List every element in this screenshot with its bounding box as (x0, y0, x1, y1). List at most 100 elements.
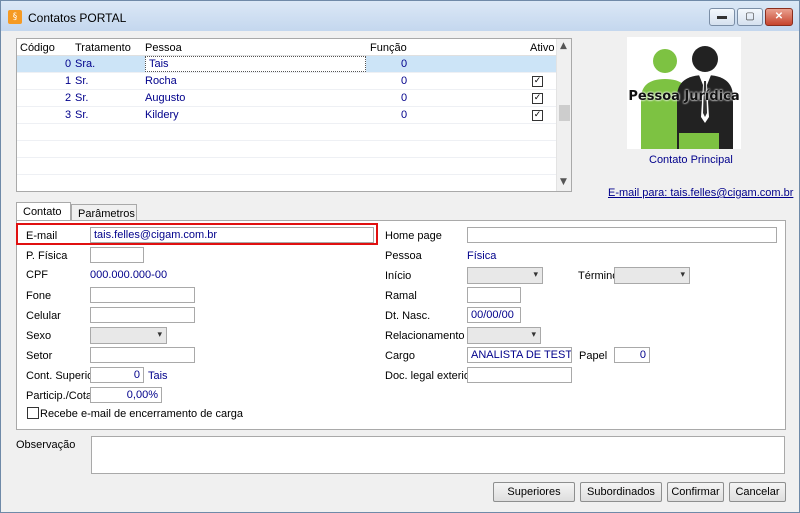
observacao-field[interactable] (91, 436, 785, 474)
cell-tratamento: Sra. (75, 58, 96, 70)
table-row[interactable]: 3 Sr. Kildery 0 ✓ (17, 107, 556, 124)
pessoa-juridica-logo: Pessoa Jurídica (627, 37, 741, 149)
col-tratamento[interactable]: Tratamento (75, 42, 131, 54)
col-codigo[interactable]: Código (20, 42, 55, 54)
contacts-grid[interactable]: Código Tratamento Pessoa Função Ativo 0 … (16, 38, 572, 192)
table-row (17, 141, 556, 158)
funcao-cell (366, 56, 556, 72)
cell-codigo: 1 (65, 75, 72, 87)
minimize-button[interactable]: ▬ (709, 8, 735, 26)
inicio-select[interactable]: ▾ (467, 267, 543, 284)
col-funcao[interactable]: Função (370, 42, 407, 54)
table-row (17, 158, 556, 175)
dtnasc-label: Dt. Nasc. (385, 310, 431, 322)
close-button[interactable]: ✕ (765, 8, 793, 26)
pfisica-field[interactable] (90, 247, 144, 263)
logo-text: Pessoa Jurídica (628, 89, 740, 104)
cell-pessoa: Kildery (145, 109, 179, 121)
table-row[interactable]: 1 Sr. Rocha 0 ✓ (17, 73, 556, 90)
superiores-button[interactable]: Superiores (493, 482, 575, 502)
homepage-field[interactable] (467, 227, 777, 243)
homepage-label: Home page (385, 230, 442, 242)
ativo-checkbox[interactable]: ✓ (532, 93, 543, 104)
cargo-label: Cargo (385, 350, 415, 362)
fone-field[interactable] (90, 287, 195, 303)
dtnasc-field[interactable]: 00/00/00 (467, 307, 521, 323)
setor-label: Setor (26, 350, 53, 362)
cell-codigo: 0 (65, 58, 72, 70)
col-pessoa[interactable]: Pessoa (145, 42, 182, 54)
email-highlight-box (16, 223, 378, 245)
subordinados-button[interactable]: Subordinados (580, 482, 662, 502)
tab-contato[interactable]: Contato (16, 202, 71, 222)
ativo-checkbox[interactable]: ✓ (532, 76, 543, 87)
termino-select[interactable]: ▾ (614, 267, 690, 284)
scroll-down-icon[interactable]: ▼ (560, 177, 567, 187)
app-icon: § (8, 10, 22, 24)
email-para-link[interactable]: E-mail para: tais.felles@cigam.com.br (608, 187, 793, 199)
table-row[interactable]: 0 Sra. Tais 0 (17, 56, 556, 73)
particip-field[interactable]: 0,00% (90, 387, 162, 403)
recebe-email-label: Recebe e-mail de encerramento de carga (40, 408, 244, 420)
grid-scrollbar[interactable]: ▲ ▼ (556, 39, 571, 191)
chevron-down-icon: ▾ (680, 270, 685, 280)
cell-codigo: 3 (65, 109, 72, 121)
cont-superior-label: Cont. Superior (26, 370, 97, 382)
papel-field[interactable]: 0 (614, 347, 650, 363)
sexo-label: Sexo (26, 330, 52, 342)
contato-principal-label: Contato Principal (649, 154, 733, 166)
cell-funcao: 0 (401, 75, 408, 87)
observacao-label: Observação (16, 439, 76, 451)
doc-legal-label: Doc. legal exterior (385, 370, 474, 382)
cont-superior-name: Tais (148, 370, 168, 382)
celular-label: Celular (26, 310, 61, 322)
sexo-select[interactable]: ▾ (90, 327, 167, 344)
ramal-label: Ramal (385, 290, 417, 302)
maximize-button[interactable]: ▢ (737, 8, 763, 26)
pessoa-cell-editor[interactable] (145, 56, 366, 72)
cell-funcao: 0 (401, 92, 408, 104)
doc-legal-field[interactable] (467, 367, 572, 383)
fone-label: Fone (26, 290, 52, 302)
pfisica-label: P. Física (26, 250, 68, 262)
grid-header: Código Tratamento Pessoa Função Ativo (17, 39, 556, 56)
ativo-checkbox[interactable]: ✓ (532, 110, 543, 121)
pessoa-value: Física (467, 250, 497, 262)
cell-codigo: 2 (65, 92, 72, 104)
col-ativo[interactable]: Ativo (530, 42, 554, 54)
pessoa-label: Pessoa (385, 250, 422, 262)
cargo-field[interactable]: ANALISTA DE TESTES (467, 347, 572, 363)
title-bar: § Contatos PORTAL ▬ ▢ ✕ (1, 1, 799, 31)
ramal-field[interactable] (467, 287, 521, 303)
cell-pessoa: Tais (149, 58, 169, 70)
termino-label: Término (578, 270, 619, 282)
cell-funcao: 0 (401, 58, 408, 70)
contatos-window: § Contatos PORTAL ▬ ▢ ✕ Código Tratament… (0, 0, 800, 513)
cpf-value: 000.000.000-00 (90, 269, 168, 281)
cell-pessoa: Rocha (145, 75, 177, 87)
chevron-down-icon: ▾ (531, 330, 536, 340)
inicio-label: Início (385, 270, 412, 282)
table-row (17, 124, 556, 141)
confirmar-button[interactable]: Confirmar (667, 482, 724, 502)
table-row[interactable]: 2 Sr. Augusto 0 ✓ (17, 90, 556, 107)
cell-tratamento: Sr. (75, 92, 89, 104)
cpf-label: CPF (26, 269, 48, 281)
particip-label: Particip./Cotas (26, 390, 98, 402)
relacionamento-label: Relacionamento (385, 330, 465, 342)
cell-funcao: 0 (401, 109, 408, 121)
cancelar-button[interactable]: Cancelar (729, 482, 786, 502)
chevron-down-icon: ▾ (533, 270, 538, 280)
papel-label: Papel (579, 350, 608, 362)
setor-field[interactable] (90, 347, 195, 363)
scroll-up-icon[interactable]: ▲ (560, 41, 567, 51)
cont-superior-field[interactable]: 0 (90, 367, 144, 383)
recebe-email-checkbox[interactable] (27, 407, 39, 419)
cell-pessoa: Augusto (145, 92, 186, 104)
scroll-thumb[interactable] (559, 105, 570, 121)
celular-field[interactable] (90, 307, 195, 323)
cell-tratamento: Sr. (75, 75, 89, 87)
window-title: Contatos PORTAL (28, 11, 127, 25)
relacionamento-select[interactable]: ▾ (467, 327, 541, 344)
cell-tratamento: Sr. (75, 109, 89, 121)
